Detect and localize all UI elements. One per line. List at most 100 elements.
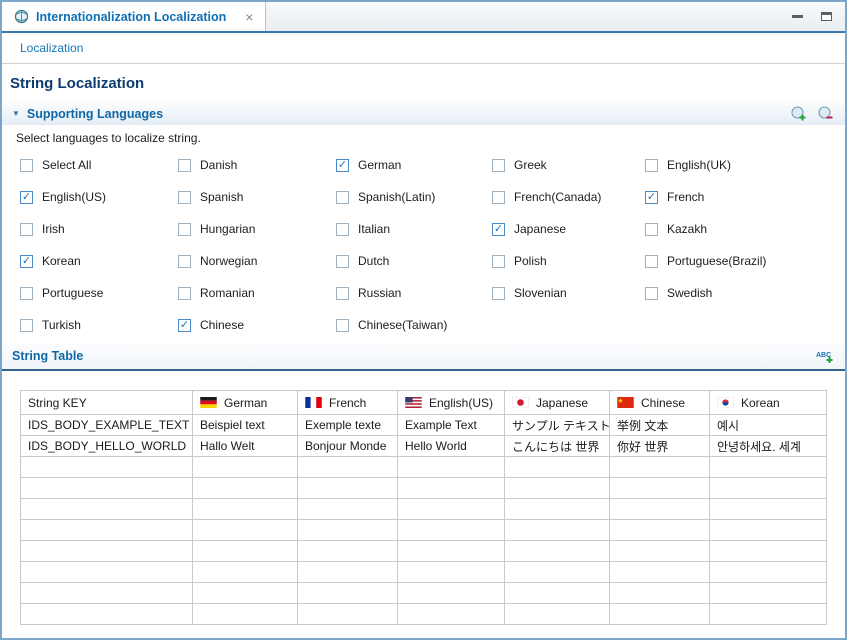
translation-cell[interactable]: 예시 xyxy=(710,415,827,436)
close-tab-icon[interactable]: × xyxy=(245,10,253,24)
language-option-hungarian[interactable]: Hungarian xyxy=(178,213,336,245)
column-header-chinese[interactable]: Chinese xyxy=(610,391,710,415)
language-option-chinese[interactable]: ✓Chinese xyxy=(178,309,336,341)
checked-checkbox-icon[interactable]: ✓ xyxy=(20,191,33,204)
translation-cell[interactable]: 你好 世界 xyxy=(610,436,710,457)
unchecked-checkbox-icon[interactable] xyxy=(20,287,33,300)
translation-cell[interactable]: Hello World xyxy=(398,436,505,457)
column-header-french[interactable]: French xyxy=(298,391,398,415)
checked-checkbox-icon[interactable]: ✓ xyxy=(336,159,349,172)
unchecked-checkbox-icon[interactable] xyxy=(645,287,658,300)
empty-cell xyxy=(505,604,610,625)
maximize-button[interactable] xyxy=(819,10,833,24)
language-option-swedish[interactable]: Swedish xyxy=(645,277,845,309)
language-option-norwegian[interactable]: Norwegian xyxy=(178,245,336,277)
unchecked-checkbox-icon[interactable] xyxy=(336,255,349,268)
minimize-button[interactable] xyxy=(790,10,804,24)
language-option-label: French(Canada) xyxy=(514,190,601,204)
jp-flag-icon xyxy=(512,397,529,408)
unchecked-checkbox-icon[interactable] xyxy=(492,287,505,300)
unchecked-checkbox-icon[interactable] xyxy=(645,223,658,236)
translation-cell[interactable]: 举例 文本 xyxy=(610,415,710,436)
language-option-slovenian[interactable]: Slovenian xyxy=(492,277,645,309)
language-option-select-all[interactable]: Select All xyxy=(20,149,178,181)
unchecked-checkbox-icon[interactable] xyxy=(178,287,191,300)
checked-checkbox-icon[interactable]: ✓ xyxy=(645,191,658,204)
translation-cell[interactable]: Exemple texte xyxy=(298,415,398,436)
empty-cell xyxy=(298,604,398,625)
column-header-korean[interactable]: Korean xyxy=(710,391,827,415)
supporting-languages-header[interactable]: ▼ Supporting Languages xyxy=(2,102,845,125)
language-option-irish[interactable]: Irish xyxy=(20,213,178,245)
translation-cell[interactable]: 안녕하세요. 세계 xyxy=(710,436,827,457)
empty-table-row xyxy=(21,541,827,562)
add-language-icon[interactable] xyxy=(789,105,808,123)
empty-cell xyxy=(610,562,710,583)
column-header-japanese[interactable]: Japanese xyxy=(505,391,610,415)
unchecked-checkbox-icon[interactable] xyxy=(336,319,349,332)
breadcrumb-localization[interactable]: Localization xyxy=(20,41,83,55)
unchecked-checkbox-icon[interactable] xyxy=(20,223,33,236)
unchecked-checkbox-icon[interactable] xyxy=(645,255,658,268)
maximize-icon xyxy=(821,12,832,21)
translation-cell[interactable]: Hallo Welt xyxy=(193,436,298,457)
empty-table-row xyxy=(21,499,827,520)
empty-cell xyxy=(610,583,710,604)
column-header-string-key[interactable]: String KEY xyxy=(21,391,193,415)
string-key-cell[interactable]: IDS_BODY_HELLO_WORLD xyxy=(21,436,193,457)
unchecked-checkbox-icon[interactable] xyxy=(492,191,505,204)
language-option-italian[interactable]: Italian xyxy=(336,213,492,245)
unchecked-checkbox-icon[interactable] xyxy=(178,255,191,268)
checked-checkbox-icon[interactable]: ✓ xyxy=(20,255,33,268)
column-header-german[interactable]: German xyxy=(193,391,298,415)
column-header-english-us[interactable]: English(US) xyxy=(398,391,505,415)
language-option-japanese[interactable]: ✓Japanese xyxy=(492,213,645,245)
language-option-polish[interactable]: Polish xyxy=(492,245,645,277)
unchecked-checkbox-icon[interactable] xyxy=(20,319,33,332)
unchecked-checkbox-icon[interactable] xyxy=(645,159,658,172)
language-option-greek[interactable]: Greek xyxy=(492,149,645,181)
language-option-russian[interactable]: Russian xyxy=(336,277,492,309)
language-option-label: Russian xyxy=(358,286,401,300)
unchecked-checkbox-icon[interactable] xyxy=(178,191,191,204)
remove-language-icon[interactable] xyxy=(816,105,835,123)
string-key-cell[interactable]: IDS_BODY_EXAMPLE_TEXT xyxy=(21,415,193,436)
language-option-spanish[interactable]: Spanish xyxy=(178,181,336,213)
unchecked-checkbox-icon[interactable] xyxy=(336,287,349,300)
language-option-spanish-latin[interactable]: Spanish(Latin) xyxy=(336,181,492,213)
checked-checkbox-icon[interactable]: ✓ xyxy=(492,223,505,236)
tab-internationalization-localization[interactable]: Internationalization Localization × xyxy=(2,2,266,31)
language-option-french-canada[interactable]: French(Canada) xyxy=(492,181,645,213)
language-option-portuguese-brazil[interactable]: Portuguese(Brazil) xyxy=(645,245,845,277)
unchecked-checkbox-icon[interactable] xyxy=(178,159,191,172)
unchecked-checkbox-icon[interactable] xyxy=(492,255,505,268)
language-option-romanian[interactable]: Romanian xyxy=(178,277,336,309)
unchecked-checkbox-icon[interactable] xyxy=(178,223,191,236)
language-option-label: Spanish(Latin) xyxy=(358,190,435,204)
unchecked-checkbox-icon[interactable] xyxy=(336,223,349,236)
unchecked-checkbox-icon[interactable] xyxy=(492,159,505,172)
translation-cell[interactable]: Beispiel text xyxy=(193,415,298,436)
breadcrumb: Localization xyxy=(2,33,845,64)
collapse-icon[interactable]: ▼ xyxy=(12,109,20,118)
language-option-chinese-taiwan[interactable]: Chinese(Taiwan) xyxy=(336,309,492,341)
language-option-turkish[interactable]: Turkish xyxy=(20,309,178,341)
language-option-dutch[interactable]: Dutch xyxy=(336,245,492,277)
translation-cell[interactable]: こんにちは 世界 xyxy=(505,436,610,457)
language-option-portuguese[interactable]: Portuguese xyxy=(20,277,178,309)
add-string-icon[interactable]: ABC xyxy=(816,347,835,365)
language-option-kazakh[interactable]: Kazakh xyxy=(645,213,845,245)
translation-cell[interactable]: Bonjour Monde xyxy=(298,436,398,457)
language-option-english-uk[interactable]: English(UK) xyxy=(645,149,845,181)
language-option-english-us[interactable]: ✓English(US) xyxy=(20,181,178,213)
language-option-danish[interactable]: Danish xyxy=(178,149,336,181)
unchecked-checkbox-icon[interactable] xyxy=(336,191,349,204)
checked-checkbox-icon[interactable]: ✓ xyxy=(178,319,191,332)
language-option-german[interactable]: ✓German xyxy=(336,149,492,181)
translation-cell[interactable]: Example Text xyxy=(398,415,505,436)
language-option-korean[interactable]: ✓Korean xyxy=(20,245,178,277)
language-option-french[interactable]: ✓French xyxy=(645,181,845,213)
translation-cell[interactable]: サンプル テキスト xyxy=(505,415,610,436)
unchecked-checkbox-icon[interactable] xyxy=(20,159,33,172)
empty-cell xyxy=(710,499,827,520)
